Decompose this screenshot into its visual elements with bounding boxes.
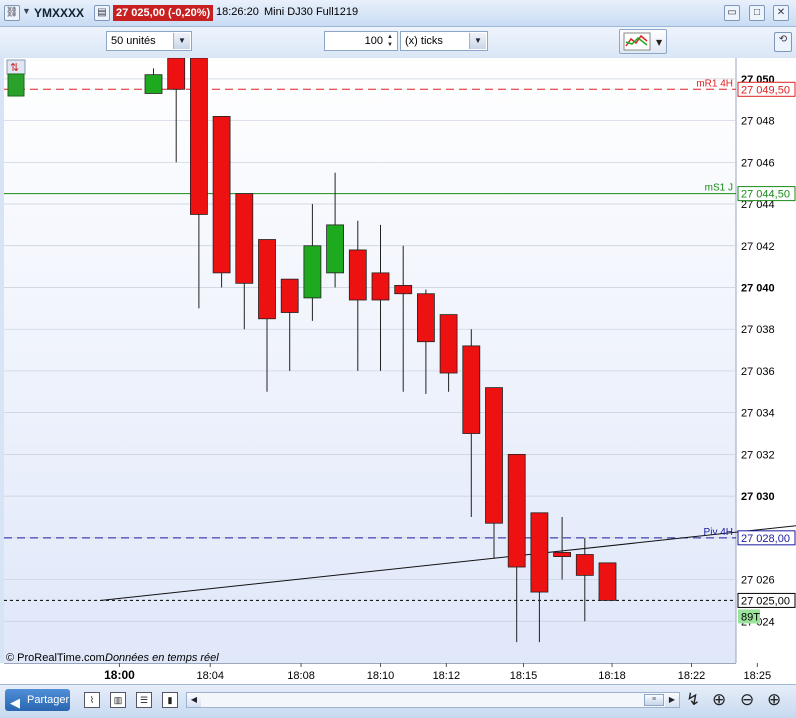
x-tick-label: 18:18: [598, 670, 626, 682]
chart-type-icon[interactable]: ▥: [110, 692, 126, 708]
sync-icon[interactable]: ⟲: [774, 32, 792, 52]
candle-body: [416, 293, 435, 343]
x-tick-label: 18:04: [196, 670, 224, 682]
svg-text:▼: ▼: [656, 38, 663, 47]
candle-body: [303, 245, 322, 299]
x-tick-label: 18:10: [367, 670, 395, 682]
candle-body: [189, 58, 208, 215]
scroll-left-icon[interactable]: ◀: [187, 693, 201, 707]
y-tick-label: 27 046: [741, 157, 775, 169]
y-tick-label: 27 038: [741, 324, 775, 336]
scroll-thumb[interactable]: ≡: [644, 694, 664, 706]
order-widget[interactable]: ⇅: [6, 59, 26, 97]
chevron-down-icon[interactable]: ▼: [469, 33, 486, 49]
share-button[interactable]: ◀ Partager: [5, 689, 70, 711]
ticks-unit-select[interactable]: (x) ticks ▼: [400, 31, 488, 51]
x-tick-label: 18:00: [104, 668, 135, 682]
candle-body: [144, 74, 163, 94]
x-tick-label: 18:15: [510, 670, 538, 682]
y-tick-label: 27 040: [741, 282, 775, 294]
symbol-label[interactable]: YMXXXX: [34, 6, 84, 20]
settings-icon[interactable]: ▤: [94, 5, 110, 21]
title-bar: ⛓ ▼ YMXXXX ▤ 27 025,00 (-0,20%) 18:26:20…: [0, 0, 796, 27]
horizontal-scrollbar[interactable]: ◀ ≡ ▶: [186, 692, 680, 708]
minimize-icon[interactable]: ▭: [724, 5, 740, 21]
close-icon[interactable]: ✕: [773, 5, 789, 21]
candle-body: [167, 58, 186, 90]
clock: 18:26:20: [216, 6, 259, 18]
y-tick-label: 27 034: [741, 408, 775, 420]
candle-body: [235, 193, 254, 284]
ticks-spinner-icon[interactable]: ▲ ▼: [384, 33, 396, 49]
y-tick-label: 27 030: [741, 491, 775, 503]
bottom-toolbar: ◀ Partager ⌇ ▥ ☰ ▮ ◀ ≡ ▶ ↯ ⊕ ⊖ ⊕: [0, 684, 796, 718]
level-price-label: 27 049,50: [741, 84, 790, 96]
units-select-value: 50 unités: [111, 35, 156, 47]
ticks-input-value: 100: [364, 35, 383, 47]
instrument-name: Mini DJ30 Full1219: [264, 6, 359, 18]
zoom-in-icon[interactable]: ⊕: [767, 690, 781, 710]
tick-count-label: 89T: [741, 611, 760, 623]
ticks-unit-value: (x) ticks: [405, 35, 443, 47]
zoom-out-icon[interactable]: ⊖: [740, 690, 754, 710]
indicators-button[interactable]: ▼: [619, 29, 667, 54]
auto-scale-icon[interactable]: ↯: [686, 690, 700, 710]
y-tick-label: 27 032: [741, 449, 775, 461]
candle-body: [598, 562, 617, 601]
time-axis: 18:00 18:04 18:08 18:10 18:12 18:15 18:18 18:22…: [0, 663, 796, 684]
price-chart[interactable]: 27 02427 02627 02827 03027 03227 03427 0…: [4, 58, 796, 663]
y-tick-label: 27 042: [741, 241, 775, 253]
level-price-label: 27 025,00: [741, 595, 790, 607]
candle-body: [348, 249, 367, 301]
plot-background: [4, 58, 736, 663]
candle-body: [530, 512, 549, 593]
x-tick-label: 18:08: [287, 670, 315, 682]
candle-body: [507, 453, 526, 568]
link-icon[interactable]: ⛓: [4, 5, 20, 21]
candle-body: [394, 284, 413, 295]
scroll-right-icon[interactable]: ▶: [665, 693, 679, 707]
candles-icon[interactable]: ▮: [162, 692, 178, 708]
x-tick-label: 18:12: [433, 670, 461, 682]
y-tick-label: 27 048: [741, 116, 775, 128]
list-icon[interactable]: ☰: [136, 692, 152, 708]
order-arrows-icon: ⇅: [10, 61, 19, 74]
price-axis-background: [736, 58, 796, 663]
share-icon: ◀: [10, 695, 20, 710]
candle-body: [553, 552, 571, 558]
realtime-label: Données en temps réel: [105, 652, 219, 663]
order-green-box: [7, 73, 25, 97]
share-button-label: Partager: [27, 694, 70, 706]
indicators-icon: ▼: [623, 32, 663, 51]
candle-body: [485, 387, 503, 524]
candle-body: [462, 345, 481, 434]
y-tick-label: 27 036: [741, 366, 775, 378]
level-name: Piv 4H: [704, 527, 733, 538]
chevron-down-icon[interactable]: ▼: [173, 33, 190, 49]
x-tick-label: 18:22: [678, 670, 706, 682]
candle-body: [280, 278, 299, 313]
level-name: mR1 4H: [696, 78, 733, 89]
symbol-dropdown-icon[interactable]: ▼: [22, 6, 31, 16]
candle-body: [326, 224, 345, 274]
level-price-label: 27 044,50: [741, 189, 790, 201]
copyright-label: © ProRealTime.com: [6, 652, 105, 663]
units-select[interactable]: 50 unités ▼: [106, 31, 192, 51]
candle-body: [212, 116, 231, 274]
candle-body: [439, 314, 458, 374]
ticks-input[interactable]: 100 ▲ ▼: [324, 31, 398, 51]
candle-body: [258, 239, 276, 320]
zoom-fit-icon[interactable]: ⊕: [712, 690, 726, 710]
level-name: mS1 J: [705, 183, 733, 194]
y-tick-label: 27 026: [741, 575, 775, 587]
level-price-label: 27 028,00: [741, 533, 790, 545]
chart-toolbar: 50 unités ▼ 100 ▲ ▼ (x) ticks ▼ ▼ ⟲: [0, 27, 796, 57]
maximize-icon[interactable]: □: [749, 5, 765, 21]
candle-body: [371, 272, 390, 301]
candle-body: [575, 554, 594, 576]
price-badge: 27 025,00 (-0,20%): [113, 5, 214, 21]
drawing-tool-icon[interactable]: ⌇: [84, 692, 100, 708]
x-tick-label: 18:25: [744, 670, 772, 682]
